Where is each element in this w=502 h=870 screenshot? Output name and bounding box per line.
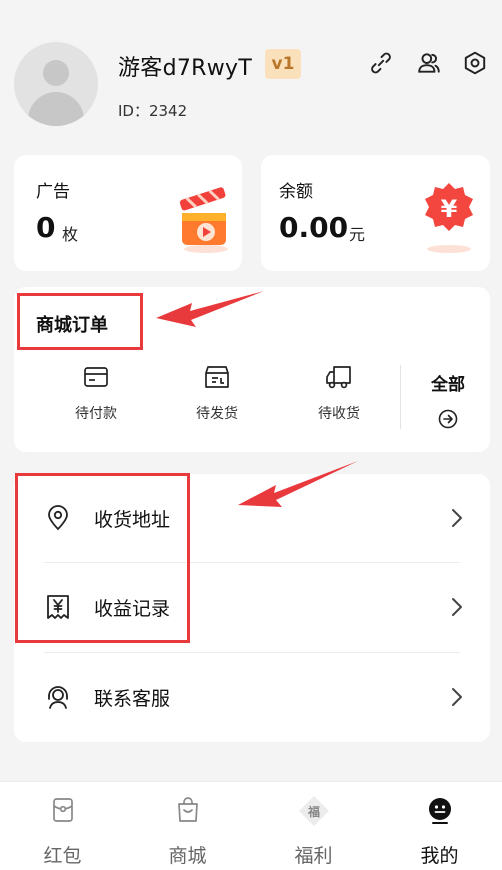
- menu-item-customer-service-label: 联系客服: [94, 688, 171, 710]
- ads-unit: 枚: [62, 225, 79, 244]
- all-orders-label: 全部: [431, 375, 465, 395]
- chevron-right-icon: [452, 598, 462, 616]
- red-packet-icon: [52, 798, 73, 822]
- balance-label: 余额: [279, 182, 313, 202]
- order-pending-payment[interactable]: 待付款: [46, 363, 146, 423]
- svg-text:¥: ¥: [441, 195, 458, 223]
- card-icon: [84, 367, 108, 387]
- headset-icon: [48, 686, 68, 709]
- avatar-body-shape: [28, 92, 84, 126]
- ads-value: 0: [36, 211, 56, 244]
- level-badge: v1: [265, 49, 301, 79]
- settings-button[interactable]: [460, 48, 490, 78]
- nav-mine[interactable]: 我的: [377, 782, 502, 870]
- chevron-right-icon: [452, 509, 462, 527]
- nav-mine-label: 我的: [420, 845, 459, 867]
- package-icon: [205, 366, 229, 388]
- bottom-nav: 红包 商城 福 福利 我的: [0, 781, 502, 870]
- link-icon: [371, 52, 391, 74]
- nav-red-packet-label: 红包: [43, 845, 82, 867]
- ads-label: 广告: [36, 182, 70, 202]
- profile-header: 游客d7RwyT v1 ID：2342: [0, 0, 502, 150]
- order-pending-shipment[interactable]: 待发货: [167, 363, 267, 423]
- nav-shop-label: 商城: [168, 845, 207, 867]
- username: 游客d7RwyT: [118, 56, 253, 81]
- all-orders-button[interactable]: 全部: [412, 370, 484, 429]
- welfare-icon: 福: [298, 796, 329, 826]
- orders-divider: [400, 365, 401, 429]
- order-pending-shipment-label: 待发货: [196, 406, 238, 422]
- balance-unit: 元: [349, 225, 366, 244]
- menu-item-customer-service[interactable]: 联系客服: [14, 653, 490, 741]
- orders-title: 商城订单: [36, 315, 108, 336]
- balance-card[interactable]: 余额 0.00 元 ¥: [261, 155, 490, 271]
- menu-highlight-box: [15, 473, 190, 643]
- order-pending-receipt[interactable]: 待收货: [289, 363, 389, 423]
- annotation-arrow-icon: [156, 291, 264, 327]
- gear-icon: [464, 51, 486, 75]
- arrow-circle-right-icon: [438, 409, 458, 429]
- nav-red-packet[interactable]: 红包: [0, 782, 125, 870]
- nav-welfare-label: 福利: [294, 845, 333, 867]
- avatar[interactable]: [14, 42, 98, 126]
- clapperboard-icon: [179, 187, 228, 253]
- welfare-icon-text: 福: [306, 804, 319, 819]
- friends-button[interactable]: [414, 48, 444, 78]
- users-icon: [418, 53, 440, 73]
- truck-icon: [326, 366, 351, 389]
- balance-value: 0.00: [279, 211, 349, 244]
- order-pending-receipt-label: 待收货: [318, 406, 360, 422]
- order-pending-payment-label: 待付款: [75, 406, 117, 422]
- user-id: ID：2342: [118, 102, 188, 120]
- annotation-arrow-icon: [238, 461, 358, 507]
- yen-coin-icon: ¥: [425, 183, 473, 253]
- link-button[interactable]: [366, 48, 396, 78]
- ads-card[interactable]: 广告 0 枚: [14, 155, 242, 271]
- nav-welfare[interactable]: 福 福利: [251, 782, 376, 870]
- nav-shop[interactable]: 商城: [125, 782, 250, 870]
- shopping-bag-icon: [177, 797, 198, 822]
- avatar-head-shape: [43, 60, 69, 86]
- smiley-icon: [428, 798, 451, 824]
- chevron-right-icon: [452, 688, 462, 706]
